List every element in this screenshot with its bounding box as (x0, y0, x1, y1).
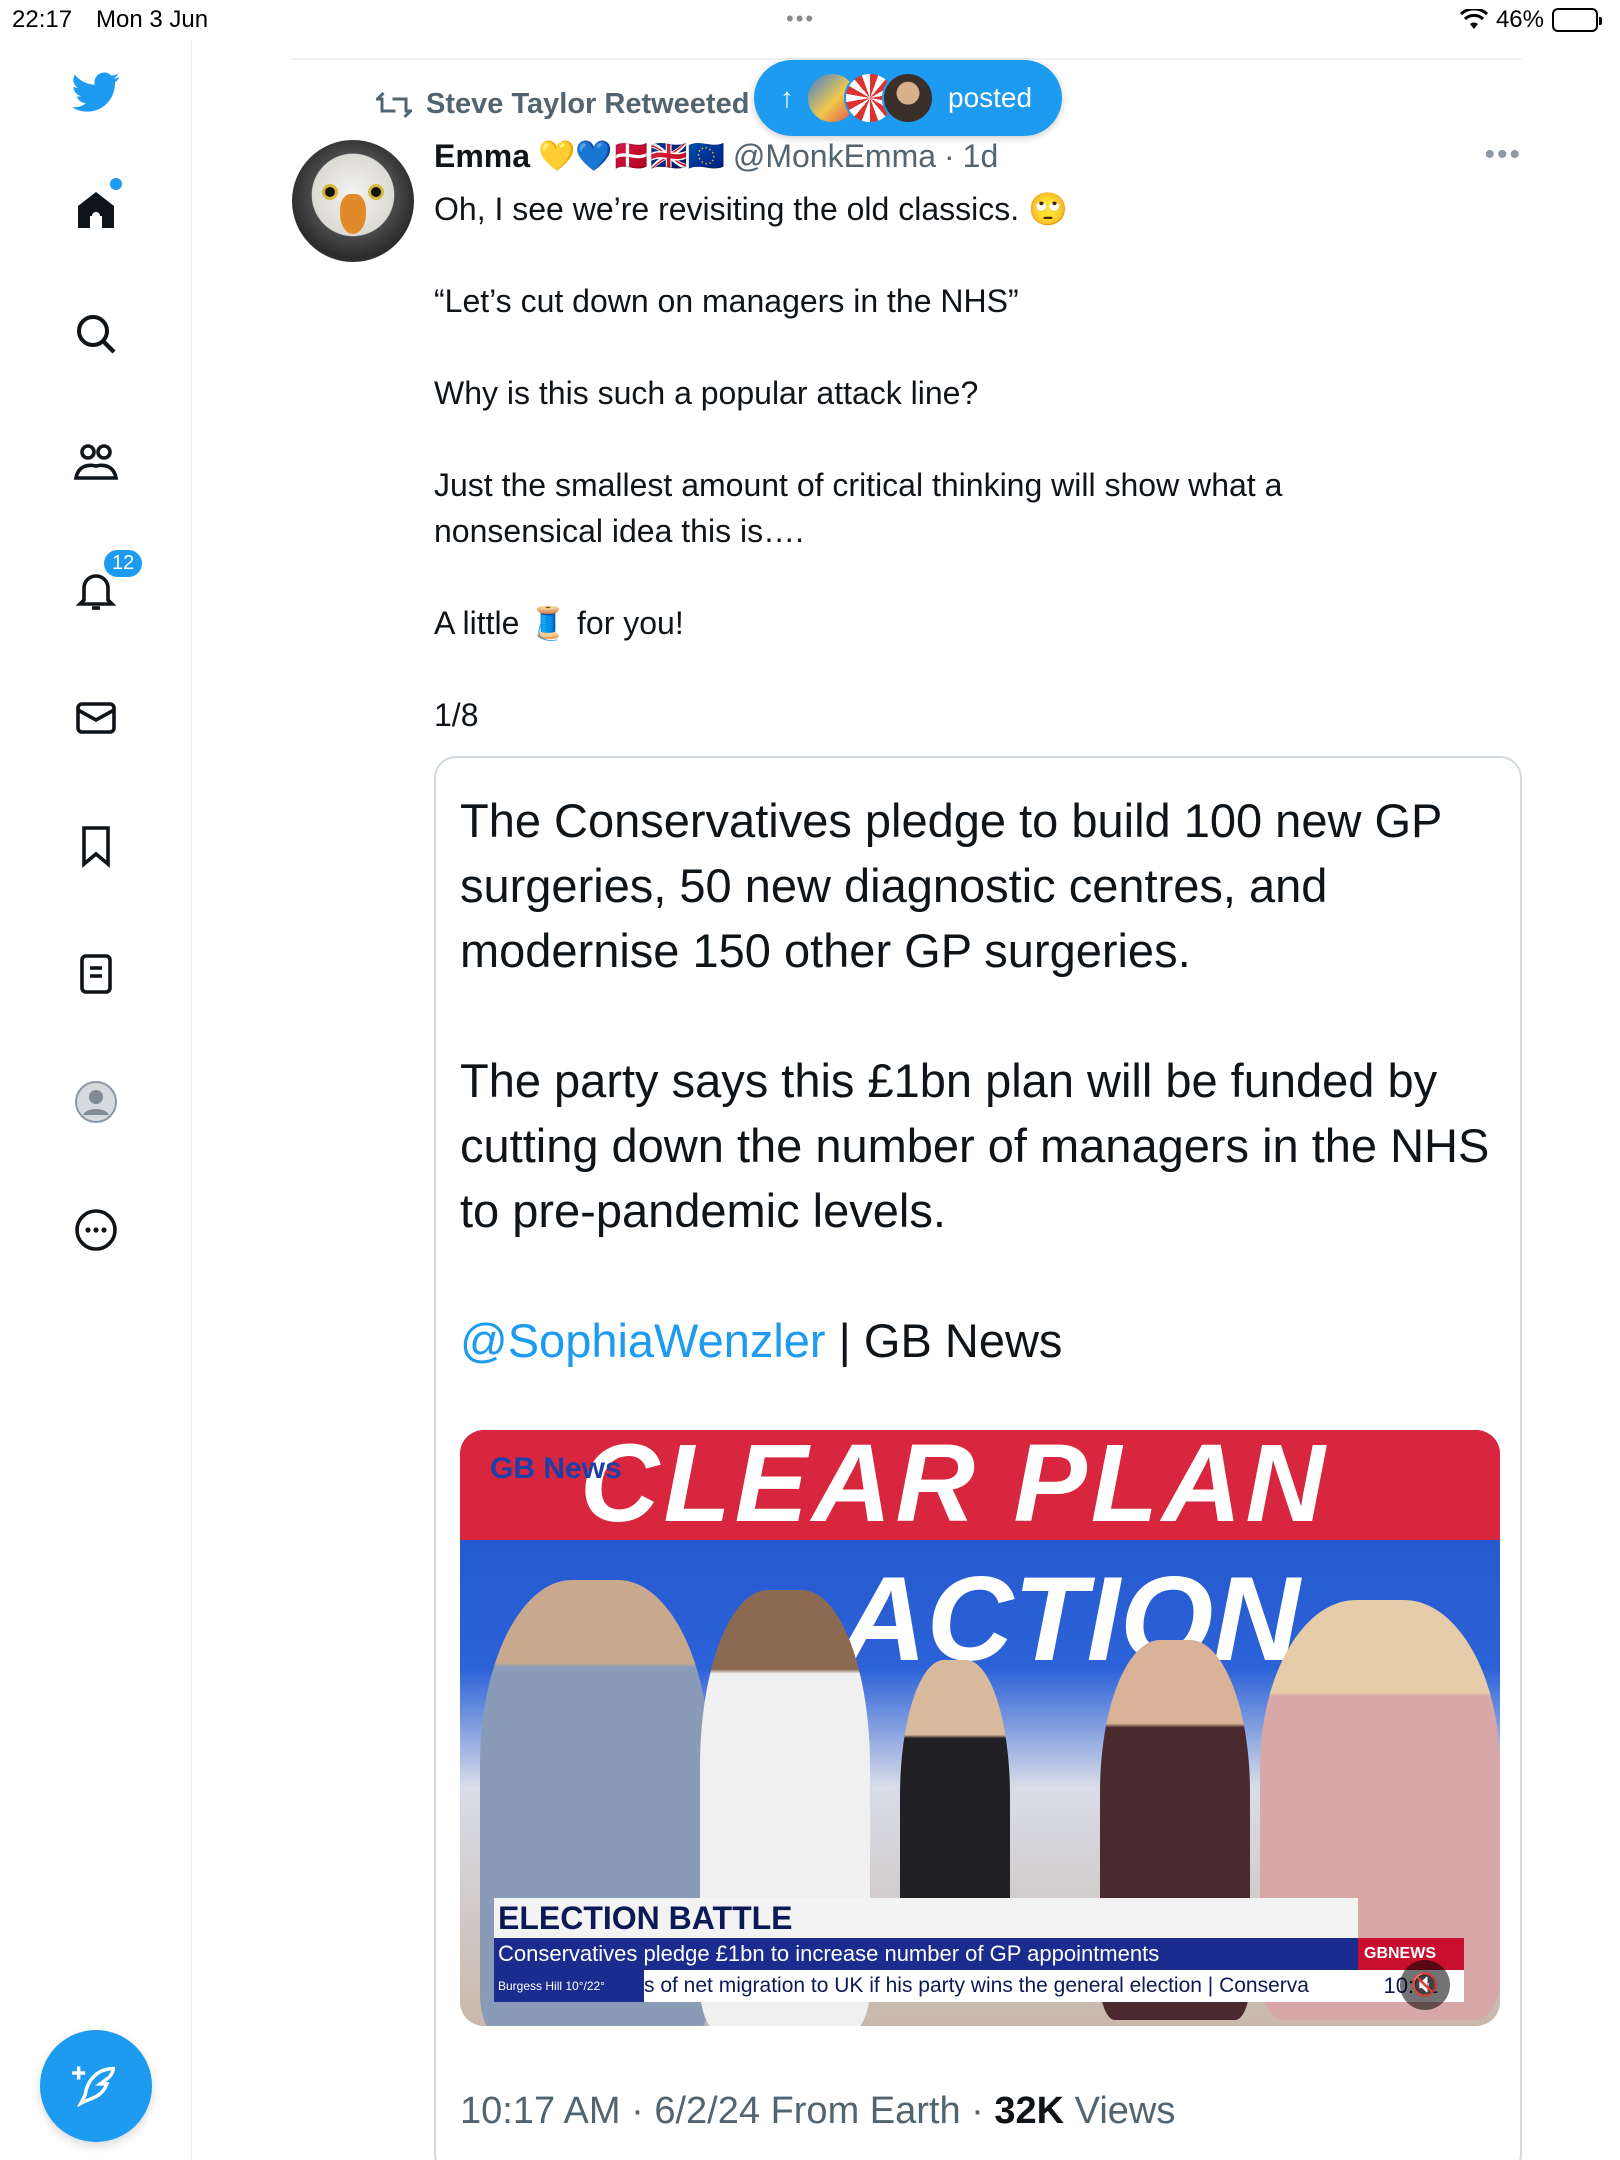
separator-dot: · (944, 138, 955, 174)
nav-bookmarks[interactable] (64, 814, 128, 878)
video-action-text: ACTION (840, 1552, 1300, 1686)
nav-messages[interactable] (64, 686, 128, 750)
muted-speaker-icon[interactable]: 🔇 (1400, 1960, 1450, 2010)
status-right: 46% (1459, 6, 1602, 34)
author-emojis: 💛💙🇩🇰🇬🇧🇪🇺 (538, 140, 725, 173)
nav-more[interactable] (64, 1198, 128, 1262)
notifications-badge: 12 (102, 548, 145, 579)
nav-notifications[interactable]: 12 (64, 548, 145, 622)
status-time: 22:17 (12, 6, 73, 33)
nav-explore[interactable] (64, 302, 128, 366)
pill-avatar-3 (882, 72, 934, 124)
tweet-more-icon[interactable]: ••• (1484, 138, 1522, 172)
tweet-author-line: Emma 💛💙🇩🇰🇬🇧🇪🇺 @MonkEmma · 1d (434, 138, 998, 175)
compose-feather-icon (72, 2066, 116, 2108)
news-ticker: Burgess Hill 10°/22° s of net migration t… (494, 1970, 1358, 2002)
media-card-text: The Conservatives pledge to build 100 ne… (460, 788, 1500, 1373)
sidebar-nav: 12 (0, 40, 192, 2160)
weather-widget: Burgess Hill 10°/22° (494, 1970, 644, 2002)
pill-label: posted (948, 82, 1033, 113)
meta-views-label: Views (1074, 2090, 1176, 2132)
author-name[interactable]: Emma (434, 138, 530, 175)
video-player[interactable]: CLEAR PLAN GB News ACTION ELECTION BATTL… (460, 1430, 1500, 2026)
video-banner-text: CLEAR PLAN (580, 1430, 1329, 1545)
avatar-beak (340, 194, 366, 234)
tweet-line: 1/8 (434, 697, 479, 733)
nav-lists[interactable] (64, 942, 128, 1006)
tweet-body: Oh, I see we’re revisiting the old class… (434, 186, 1434, 738)
compose-button[interactable] (40, 2030, 152, 2142)
ticker-text: s of net migration to UK if his party wi… (644, 1974, 1309, 1997)
tweet-line: Just the smallest amount of critical thi… (434, 467, 1283, 549)
twitter-logo-icon[interactable] (64, 60, 128, 124)
meta-time: 10:17 AM (460, 2090, 621, 2132)
envelope-icon (76, 702, 116, 734)
tweet-line: “Let’s cut down on managers in the NHS” (434, 283, 1019, 319)
lower-third-subtitle: Conservatives pledge £1bn to increase nu… (494, 1938, 1358, 1970)
tweet-line: Why is this such a popular attack line? (434, 375, 979, 411)
gbnews-logo: GB News (490, 1452, 622, 1485)
communities-icon (73, 444, 119, 480)
retweet-label: Steve Taylor Retweeted (426, 88, 750, 120)
news-lower-third: ELECTION BATTLE Conservatives pledge £1b… (494, 1898, 1494, 2004)
retweet-icon (376, 91, 412, 118)
battery-percent: 46% (1495, 6, 1544, 33)
media-paragraph-2: The party says this £1bn plan will be fu… (460, 1054, 1490, 1237)
avatar-eye-left (322, 184, 338, 200)
home-unread-dot (110, 178, 122, 190)
more-circle-icon (75, 1209, 117, 1251)
nav-communities[interactable] (64, 430, 128, 494)
status-bar: 22:17 Mon 3 Jun ••• 46% (0, 0, 1620, 40)
home-icon (78, 192, 114, 228)
nav-profile[interactable] (64, 1070, 128, 1134)
tweet-age[interactable]: 1d (963, 138, 999, 175)
mention-link[interactable]: @SophiaWenzler (460, 1314, 826, 1367)
lower-third-title: ELECTION BATTLE (494, 1898, 1358, 1938)
multitasking-dots[interactable]: ••• (786, 6, 815, 32)
tweet-meta: 10:17 AM · 6/2/24 From Earth · 32K Views (460, 2090, 1176, 2132)
wifi-icon (1459, 9, 1488, 29)
profile-avatar-icon (75, 1081, 117, 1123)
retweet-context[interactable]: Steve Taylor Retweeted (376, 88, 749, 121)
tweet-line: A little 🧵 for you! (434, 605, 684, 641)
author-avatar[interactable] (292, 140, 414, 262)
status-date: Mon 3 Jun (96, 6, 209, 33)
nav-home[interactable] (64, 178, 128, 242)
meta-views-count: 32K (994, 2090, 1065, 2132)
media-attribution: @SophiaWenzler | GB News (460, 1308, 1500, 1373)
author-handle[interactable]: @MonkEmma (733, 138, 936, 175)
battery-icon (1552, 8, 1602, 32)
meta-from: From Earth (770, 2090, 961, 2132)
bookmark-icon (82, 826, 110, 868)
lists-icon (80, 954, 112, 994)
meta-date: 6/2/24 (654, 2090, 760, 2132)
new-posts-pill[interactable]: ↑ posted (754, 60, 1062, 136)
media-card[interactable]: The Conservatives pledge to build 100 ne… (434, 756, 1522, 2160)
avatar-eye-right (368, 184, 384, 200)
arrow-up-icon: ↑ (780, 82, 794, 113)
tweet-line: Oh, I see we’re revisiting the old class… (434, 191, 1068, 227)
source-label: | GB News (825, 1314, 1063, 1367)
media-paragraph-1: The Conservatives pledge to build 100 ne… (460, 794, 1442, 977)
search-icon (77, 315, 116, 354)
